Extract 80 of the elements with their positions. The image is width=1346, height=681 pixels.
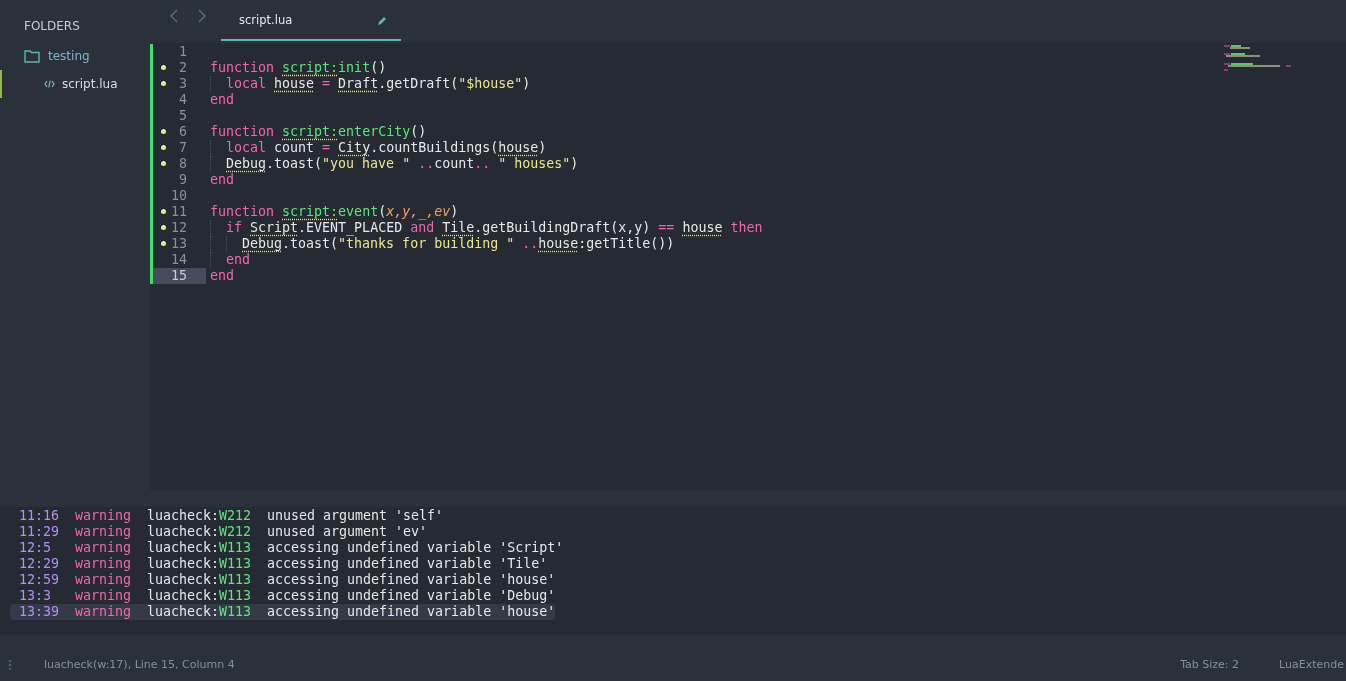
problem-row[interactable]: 12:59 warning luacheck:W113 accessing undefined variable 'house' bbox=[10, 572, 555, 588]
syntax-indicator[interactable]: LuaExtende bbox=[1279, 658, 1346, 671]
problem-source: luacheck:W212 bbox=[147, 524, 253, 540]
problem-severity: warning bbox=[75, 604, 133, 620]
problem-position: 11:16 bbox=[18, 508, 61, 524]
line-number: 6 bbox=[179, 124, 187, 140]
line-number: 3 bbox=[179, 76, 187, 92]
line-number: 2 bbox=[179, 60, 187, 76]
problem-source: luacheck:W212 bbox=[147, 508, 253, 524]
minimap-drawing bbox=[1224, 45, 1294, 71]
warning-dot-icon bbox=[161, 241, 166, 246]
problem-severity: warning bbox=[75, 524, 133, 540]
warning-dot-icon bbox=[161, 145, 166, 150]
problem-severity: warning bbox=[75, 508, 133, 524]
line-number: 11 bbox=[171, 204, 187, 220]
code-line: end bbox=[226, 252, 251, 268]
tab-size-indicator[interactable]: Tab Size: 2 bbox=[1180, 658, 1240, 671]
problem-row[interactable]: 12:29 warning luacheck:W113 accessing undefined variable 'Tile' bbox=[10, 556, 555, 572]
line-number: 5 bbox=[179, 108, 187, 124]
code-line: function script:enterCity() bbox=[210, 124, 427, 140]
folder-icon bbox=[24, 49, 40, 63]
problem-message: accessing undefined variable 'house' bbox=[267, 604, 556, 620]
problem-row[interactable]: 11:16 warning luacheck:W212 unused argument 'self' bbox=[10, 508, 555, 524]
problem-position: 12:5 bbox=[18, 540, 53, 556]
problem-message: accessing undefined variable 'Debug' bbox=[267, 588, 556, 604]
line-number: 12 bbox=[171, 220, 187, 236]
problem-severity: warning bbox=[75, 556, 133, 572]
line-number: 13 bbox=[171, 236, 187, 252]
code-line: local house = Draft.getDraft("$house") bbox=[226, 76, 531, 92]
problem-row[interactable]: 13:39 warning luacheck:W113 accessing undefined variable 'house' bbox=[10, 604, 555, 620]
file-tab[interactable]: script.lua bbox=[221, 0, 401, 41]
problem-source: luacheck:W113 bbox=[147, 572, 253, 588]
code-line: Debug.toast("thanks for building " ..house:getTitle()) bbox=[242, 236, 675, 252]
code-line: Debug.toast("you have " ..count.. " houses") bbox=[226, 156, 579, 172]
problem-position: 11:29 bbox=[18, 524, 61, 540]
problem-severity: warning bbox=[75, 540, 133, 556]
problem-source: luacheck:W113 bbox=[147, 604, 253, 620]
line-number: 1 bbox=[179, 44, 187, 60]
problem-message: accessing undefined variable 'Tile' bbox=[267, 556, 548, 572]
code-line: end bbox=[210, 268, 235, 284]
line-number: 9 bbox=[179, 172, 187, 188]
problem-severity: warning bbox=[75, 572, 133, 588]
line-number: 8 bbox=[179, 156, 187, 172]
status-text: luacheck(w:17), Line 15, Column 4 bbox=[44, 658, 236, 671]
problem-source: luacheck:W113 bbox=[147, 556, 253, 572]
code-line: function script:event(x,y,_,ev) bbox=[210, 204, 459, 220]
warning-dot-icon bbox=[161, 209, 166, 214]
code-file-icon bbox=[44, 80, 55, 88]
folder-item[interactable]: testing bbox=[0, 44, 150, 68]
line-number: 4 bbox=[179, 92, 187, 108]
problem-position: 13:3 bbox=[18, 588, 53, 604]
problem-position: 12:59 bbox=[18, 572, 61, 588]
line-number: 14 bbox=[171, 252, 187, 268]
problem-position: 13:39 bbox=[18, 604, 61, 620]
problem-row[interactable]: 13:3 warning luacheck:W113 accessing undefined variable 'Debug' bbox=[10, 588, 555, 604]
warning-dot-icon bbox=[161, 81, 166, 86]
problem-row[interactable]: 11:29 warning luacheck:W212 unused argument 'ev' bbox=[10, 524, 555, 540]
code-line: if Script.EVENT_PLACED and Tile.getBuildingDraft(x,y) == house then bbox=[226, 220, 763, 236]
problem-message: accessing undefined variable 'Script' bbox=[267, 540, 564, 556]
warning-dot-icon bbox=[161, 65, 166, 70]
warning-dot-icon bbox=[161, 225, 166, 230]
code-line: function script:init() bbox=[210, 60, 387, 76]
folders-heading: FOLDERS bbox=[23, 18, 81, 35]
code-line: local count = City.countBuildings(house) bbox=[226, 140, 547, 156]
line-number: 7 bbox=[179, 140, 187, 156]
problem-source: luacheck:W113 bbox=[147, 540, 253, 556]
tab-label: script.lua bbox=[239, 13, 293, 27]
line-number: 10 bbox=[171, 188, 187, 204]
warning-dot-icon bbox=[161, 161, 166, 166]
problem-message: unused argument 'self' bbox=[267, 508, 444, 524]
warning-dot-icon bbox=[161, 129, 166, 134]
code-line: end bbox=[210, 92, 235, 108]
drag-handle-icon[interactable] bbox=[8, 658, 12, 671]
code-line: end bbox=[210, 172, 235, 188]
problem-message: unused argument 'ev' bbox=[267, 524, 428, 540]
problem-severity: warning bbox=[75, 588, 133, 604]
problem-position: 12:29 bbox=[18, 556, 61, 572]
problem-source: luacheck:W113 bbox=[147, 588, 253, 604]
line-number: 15 bbox=[171, 268, 187, 284]
problem-message: accessing undefined variable 'house' bbox=[267, 572, 556, 588]
